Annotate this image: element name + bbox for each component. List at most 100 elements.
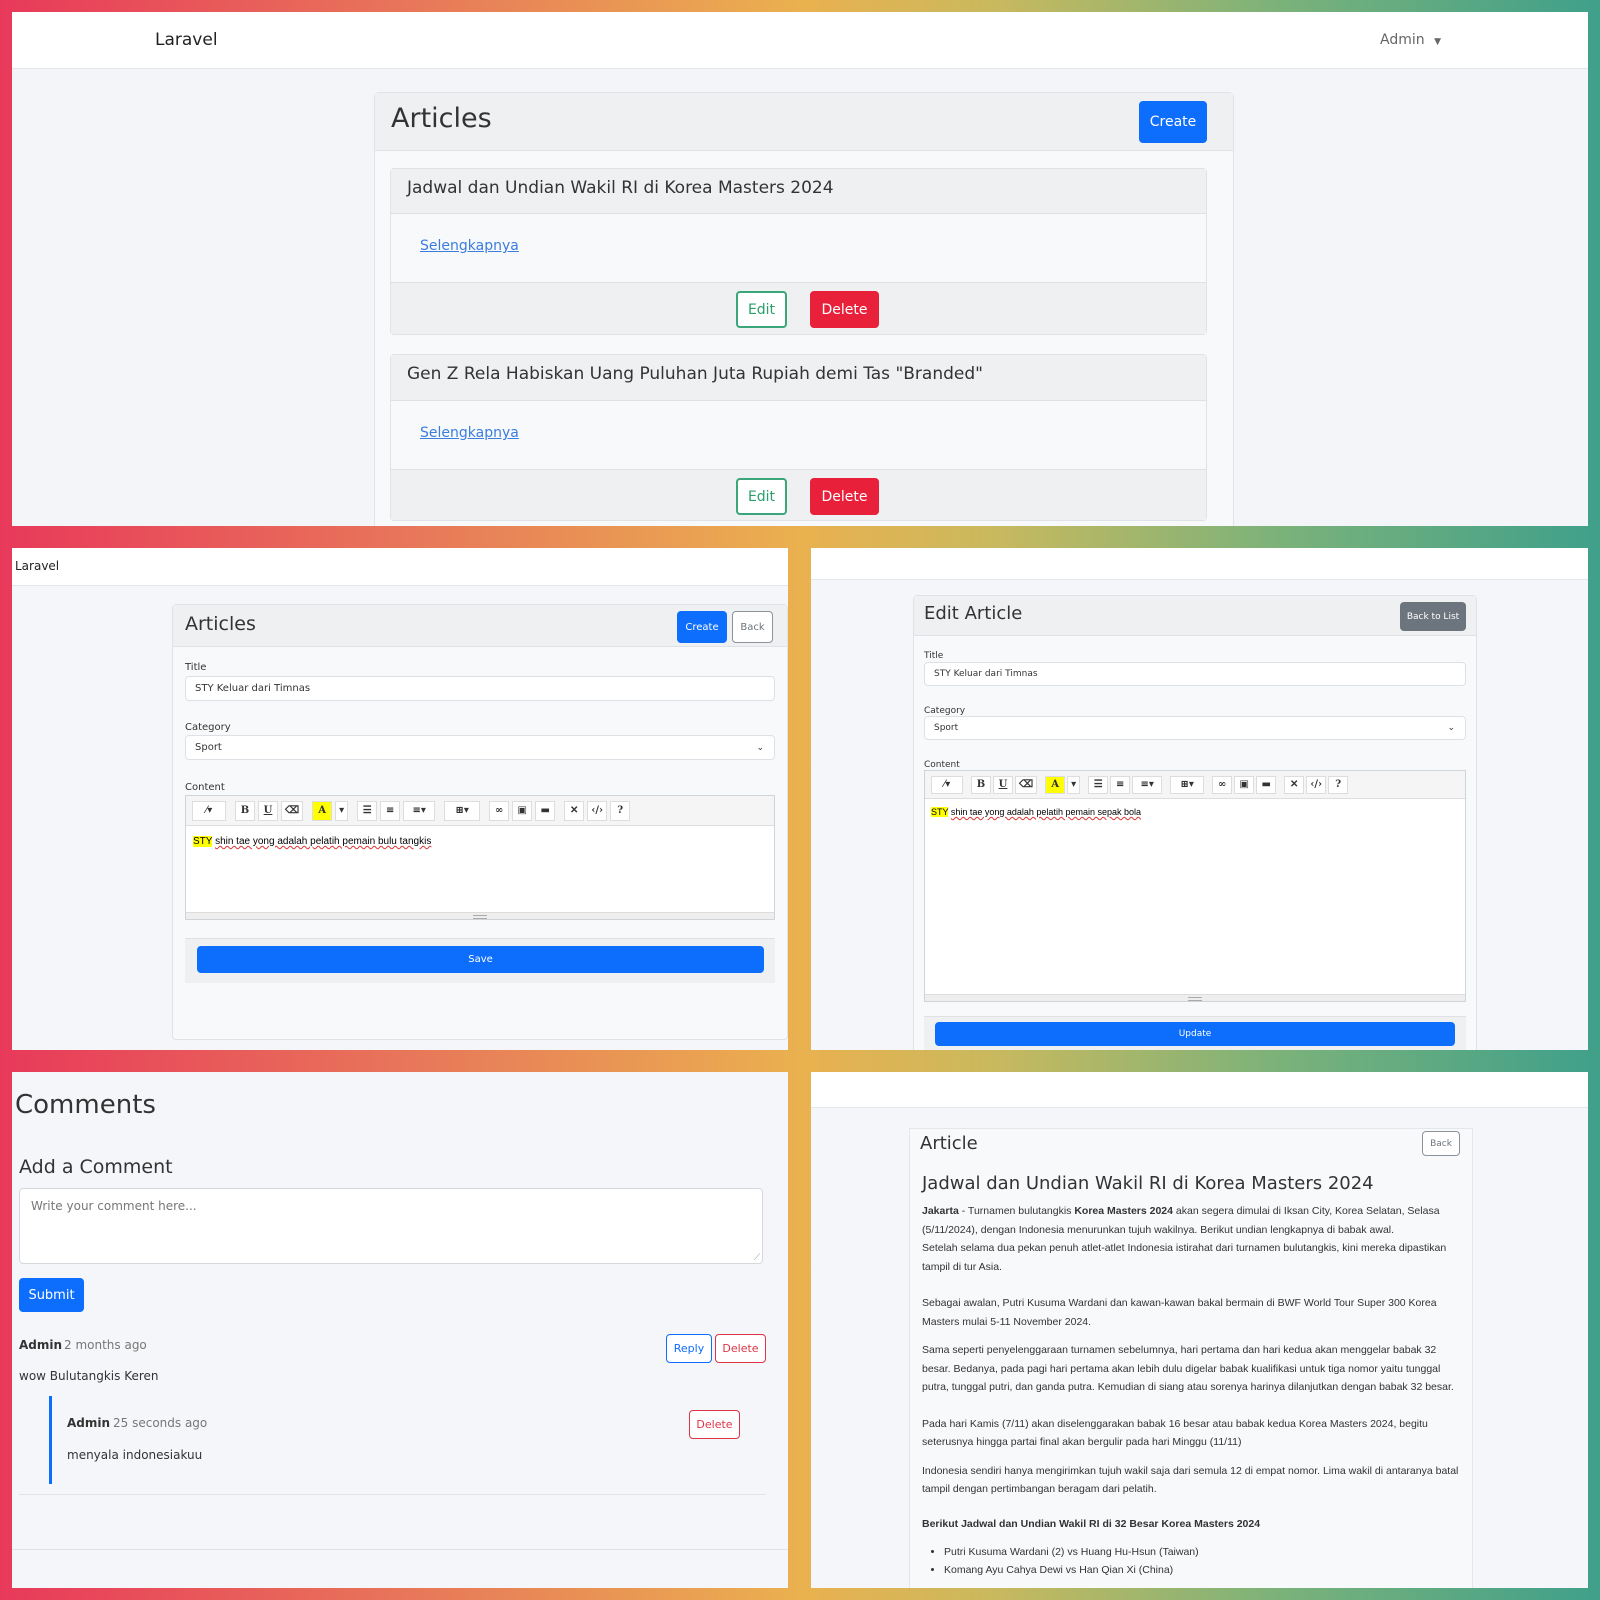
video-icon[interactable]: ▬ [1256,775,1277,794]
comment-textarea[interactable]: Write your comment here... ⟋ [19,1188,763,1264]
brand-logo[interactable]: Laravel [15,559,59,573]
category-label: Category [924,706,966,716]
article-paragraph: Sama seperti penyelenggaraan turnamen se… [922,1344,1454,1393]
read-more-link[interactable]: Selengkapnya [420,238,519,254]
editor-content[interactable]: STY shin tae yong adalah pelatih pemain … [931,807,1141,817]
ol-icon[interactable]: ≡ [380,800,401,821]
chevron-down-icon: ⌄ [756,742,764,753]
code-icon[interactable]: ‹/› [1306,775,1327,794]
ul-icon[interactable]: ☰ [1088,775,1109,794]
article-card: Jadwal dan Undian Wakil RI di Korea Mast… [390,168,1207,335]
edit-card-header: Edit Article Back to List [914,596,1476,636]
title-input[interactable]: STY Keluar dari Timnas [924,662,1466,686]
add-comment-heading: Add a Comment [19,1156,173,1178]
article-title: Jadwal dan Undian Wakil RI di Korea Mast… [922,1173,1374,1194]
top-navbar [811,1072,1588,1108]
caret-down-icon: ▼ [1434,37,1441,47]
fullscreen-icon[interactable]: ✕ [1284,775,1305,794]
category-value: Sport [934,723,959,733]
article-paragraph: Jakarta - Turnamen bulutangkis Korea Mas… [922,1202,1462,1239]
help-icon[interactable]: ? [610,800,631,821]
article-card-header: Jadwal dan Undian Wakil RI di Korea Mast… [391,169,1206,214]
save-button[interactable]: Save [197,946,764,973]
article-card-footer: Edit Delete [391,283,1206,334]
back-button[interactable]: Back [1422,1131,1460,1156]
back-button[interactable]: Back [732,611,773,643]
edit-button[interactable]: Edit [736,291,787,328]
category-select[interactable]: Sport ⌄ [185,735,775,760]
title-input[interactable]: STY Keluar dari Timnas [185,676,775,701]
help-icon[interactable]: ? [1328,775,1349,794]
create-button[interactable]: Create [1139,101,1207,143]
submit-button[interactable]: Submit [19,1278,84,1312]
magic-icon[interactable]: ⁄▾ [192,800,226,821]
underline-icon[interactable]: U [993,775,1013,794]
text: - Turnamen bulutangkis [958,1205,1075,1217]
edit-article-panel: Edit Article Back to List Title STY Kelu… [811,548,1588,1050]
brand-logo[interactable]: Laravel [155,30,218,50]
video-icon[interactable]: ▬ [535,800,556,821]
bold-icon[interactable]: B [971,775,991,794]
card-header-title: Article [920,1133,978,1154]
create-card-header: Articles Create Back [173,605,787,647]
schedule-item: Putri Kusuma Wardani (2) vs Huang Hu-Hsu… [944,1543,1462,1561]
link-icon[interactable]: ∞ [489,800,510,821]
table-icon[interactable]: ⊞▾ [444,800,481,821]
comment-time: 2 months ago [64,1338,147,1352]
admin-label: Admin [1380,32,1425,48]
editor-resize-handle[interactable] [925,994,1465,1001]
article-card-footer: Edit Delete [391,470,1206,520]
editor-resize-handle[interactable] [186,912,774,919]
ul-icon[interactable]: ☰ [357,800,378,821]
update-button[interactable]: Update [935,1022,1455,1046]
articles-card-header: Articles Create [375,93,1233,151]
schedule-item: Komang Ayu Cahya Dewi vs Han Qian Xi (Ch… [944,1561,1462,1579]
admin-dropdown[interactable]: Admin ▼ [1380,32,1441,48]
top-navbar: Laravel Admin ▼ [12,12,1588,69]
article-detail-panel: Article Back Jadwal dan Undian Wakil RI … [811,1072,1588,1588]
content-editor[interactable]: ⁄▾ B U ⌫ A ▾ ☰ ≡ ≡▾ ⊞▾ ∞ ▣ ▬ ✕ ‹/› ? STY… [924,770,1466,1002]
caret-down-icon[interactable]: ▾ [1067,775,1081,794]
table-icon[interactable]: ⊞▾ [1170,775,1205,794]
bold-icon[interactable]: B [235,800,255,821]
code-icon[interactable]: ‹/› [587,800,608,821]
article-card-header: Gen Z Rela Habiskan Uang Puluhan Juta Ru… [391,355,1206,401]
page-title: Edit Article [924,603,1023,624]
eraser-icon[interactable]: ⌫ [1015,775,1038,794]
back-to-list-button[interactable]: Back to List [1400,602,1466,631]
top-navbar: Laravel [12,548,788,586]
color-icon[interactable]: A [1045,775,1066,794]
reply-button[interactable]: Reply [666,1334,712,1363]
delete-button[interactable]: Delete [810,478,879,515]
content-editor[interactable]: ⁄▾ B U ⌫ A ▾ ☰ ≡ ≡▾ ⊞▾ ∞ ▣ ▬ ✕ ‹/› ? STY… [185,795,775,920]
underline-icon[interactable]: U [258,800,278,821]
highlighted-text: STY [931,807,949,817]
category-label: Category [185,722,231,733]
picture-icon[interactable]: ▣ [1234,775,1255,794]
link-icon[interactable]: ∞ [1212,775,1233,794]
article-card: Article Back Jadwal dan Undian Wakil RI … [909,1128,1473,1588]
color-icon[interactable]: A [312,800,333,821]
read-more-link[interactable]: Selengkapnya [420,425,519,441]
magic-icon[interactable]: ⁄▾ [931,775,963,794]
content-label: Content [185,782,225,793]
edit-button[interactable]: Edit [736,478,787,515]
editor-content[interactable]: STY shin tae yong adalah pelatih pemain … [193,836,431,847]
align-icon[interactable]: ≡▾ [403,800,436,821]
comments-panel: Comments Add a Comment Write your commen… [12,1072,788,1588]
chevron-down-icon: ⌄ [1447,723,1455,733]
delete-button[interactable]: Delete [689,1410,740,1439]
delete-button[interactable]: Delete [810,291,879,328]
article-card-body: Selengkapnya [391,401,1206,470]
create-button[interactable]: Create [677,611,727,643]
ol-icon[interactable]: ≡ [1110,775,1131,794]
category-select[interactable]: Sport ⌄ [924,716,1466,740]
caret-down-icon[interactable]: ▾ [335,800,349,821]
fullscreen-icon[interactable]: ✕ [564,800,585,821]
article-paragraph: Pada hari Kamis (7/11) akan diselenggara… [922,1417,1428,1449]
align-icon[interactable]: ≡▾ [1132,775,1163,794]
eraser-icon[interactable]: ⌫ [281,800,304,821]
panel-divider [12,1549,788,1550]
picture-icon[interactable]: ▣ [512,800,533,821]
delete-button[interactable]: Delete [715,1334,766,1363]
